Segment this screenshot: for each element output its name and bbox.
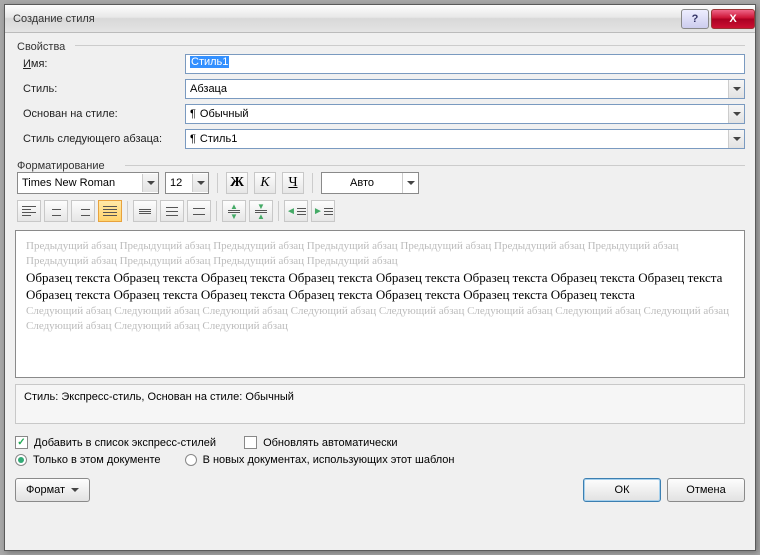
dialog-create-style: Создание стиля ? X Свойства Имя: Стиль1 … (4, 4, 756, 551)
chevron-down-icon (192, 174, 208, 192)
pilcrow-icon: ¶ (190, 133, 196, 145)
preview-pane: Предыдущий абзац Предыдущий абзац Предыд… (15, 230, 745, 378)
scope-new-docs-radio[interactable] (185, 454, 197, 466)
indent-increase-button[interactable]: ► (311, 200, 335, 222)
italic-button[interactable]: К (254, 172, 276, 194)
close-button[interactable]: X (711, 9, 755, 29)
chevron-down-icon (728, 80, 744, 98)
style-description: Стиль: Экспресс-стиль, Основан на стиле:… (15, 384, 745, 424)
help-button[interactable]: ? (681, 9, 709, 29)
label-style: Стиль: (15, 83, 185, 95)
font-name-combo[interactable]: Times New Roman (17, 172, 159, 194)
preview-next-text: Следующий абзац Следующий абзац Следующи… (26, 304, 734, 334)
scope-new-docs-label: В новых документах, использующих этот ша… (203, 454, 455, 466)
chevron-down-icon (728, 130, 744, 148)
indent-decrease-button[interactable]: ◄ (284, 200, 308, 222)
font-size-combo[interactable]: 12 (165, 172, 209, 194)
auto-update-label: Обновлять автоматически (263, 437, 398, 449)
group-formatting-label: Форматирование (15, 160, 745, 172)
align-center-button[interactable] (44, 200, 68, 222)
auto-update-checkbox[interactable] (244, 436, 257, 449)
chevron-down-icon (728, 105, 744, 123)
chevron-down-icon (402, 173, 418, 193)
preview-sample-text: Образец текста Образец текста Образец те… (26, 269, 734, 304)
para-space-increase-button[interactable]: ▲▼ (222, 200, 246, 222)
scope-this-doc-label: Только в этом документе (33, 454, 161, 466)
dialog-title: Создание стиля (13, 13, 679, 25)
spacing-single-button[interactable] (133, 200, 157, 222)
add-quickstyle-label: Добавить в список экспресс-стилей (34, 437, 216, 449)
add-quickstyle-checkbox[interactable] (15, 436, 28, 449)
spacing-onehalf-button[interactable] (160, 200, 184, 222)
titlebar: Создание стиля ? X (5, 5, 755, 33)
spacing-double-button[interactable] (187, 200, 211, 222)
bold-button[interactable]: Ж (226, 172, 248, 194)
label-next-style: Стиль следующего абзаца: (15, 133, 185, 145)
align-left-button[interactable] (17, 200, 41, 222)
para-space-decrease-button[interactable]: ▼▲ (249, 200, 273, 222)
label-name: Имя: (15, 58, 185, 70)
preview-previous-text: Предыдущий абзац Предыдущий абзац Предыд… (26, 239, 734, 269)
group-properties-label: Свойства (15, 41, 745, 53)
ok-button[interactable]: ОК (583, 478, 661, 502)
align-right-button[interactable] (71, 200, 95, 222)
style-type-combo[interactable]: Абзаца (185, 79, 745, 99)
align-justify-button[interactable] (98, 200, 122, 222)
next-style-combo[interactable]: ¶ Стиль1 (185, 129, 745, 149)
label-based-on: Основан на стиле: (15, 108, 185, 120)
underline-button[interactable]: Ч (282, 172, 304, 194)
format-menu-button[interactable]: Формат (15, 478, 90, 502)
name-input[interactable]: Стиль1 (185, 54, 745, 74)
scope-this-doc-radio[interactable] (15, 454, 27, 466)
pilcrow-icon: ¶ (190, 108, 196, 120)
cancel-button[interactable]: Отмена (667, 478, 745, 502)
chevron-down-icon (142, 174, 158, 192)
based-on-combo[interactable]: ¶ Обычный (185, 104, 745, 124)
font-color-combo[interactable]: Авто (321, 172, 419, 194)
